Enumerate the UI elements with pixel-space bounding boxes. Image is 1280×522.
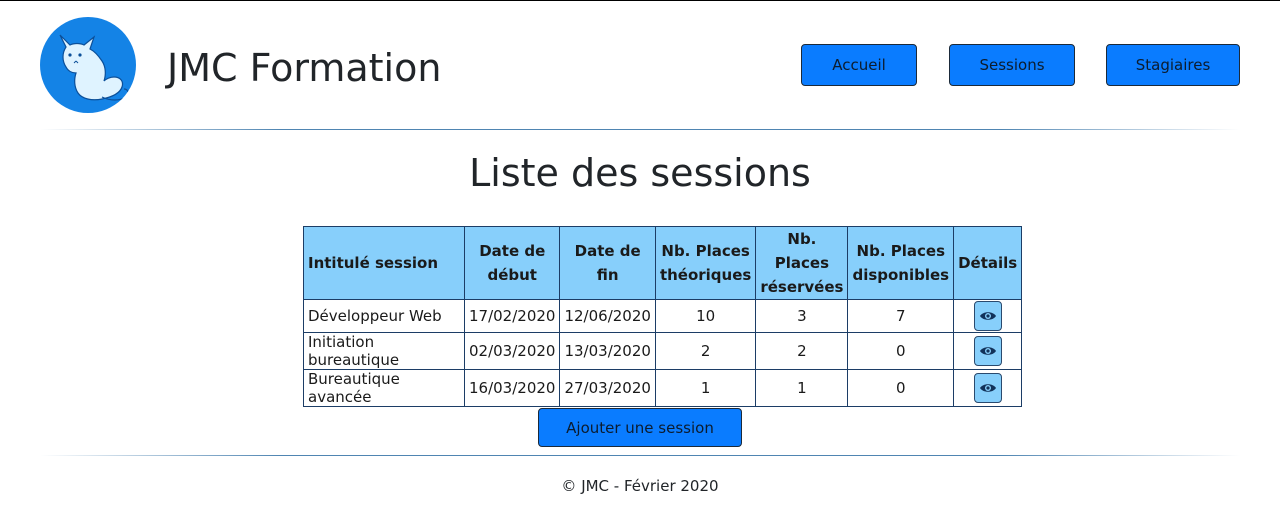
cell-places-reservees: 1 (755, 369, 849, 407)
header-places-disponibles: Nb. Places disponibles (847, 226, 955, 300)
page-title: Liste des sessions (469, 151, 811, 195)
header-divider (40, 129, 1240, 130)
table-row: Bureautique avancée 16/03/2020 27/03/202… (303, 369, 1023, 407)
table-row: Développeur Web 17/02/2020 12/06/2020 10… (303, 299, 1023, 333)
header-res-line1: Nb. Places (774, 230, 830, 272)
header-date-debut-line2: début (487, 266, 537, 284)
eye-icon (979, 347, 996, 355)
header-theo-line1: Nb. Places (661, 242, 750, 260)
cell-places-disponibles: 0 (847, 369, 955, 407)
details-button[interactable] (973, 301, 1002, 331)
details-button[interactable] (973, 373, 1002, 403)
cell-details (953, 369, 1023, 407)
header-theo-line2: théoriques (659, 266, 752, 284)
table-row: Initiation bureautique 02/03/2020 13/03/… (303, 332, 1023, 370)
footer-copyright: © JMC - Février 2020 (561, 477, 719, 495)
cell-places-disponibles: 0 (847, 332, 955, 370)
header-date-debut: Date de début (463, 226, 561, 300)
brand-title: JMC Formation (167, 46, 442, 90)
add-session-button[interactable]: Ajouter une session (538, 408, 742, 447)
footer-divider (40, 455, 1240, 456)
header-date-fin: Date de fin (559, 226, 656, 300)
header-places-reservees: Nb. Places réservées (755, 226, 849, 300)
header-details-label: Détails (958, 254, 1018, 272)
header-dispo-line2: disponibles (852, 266, 950, 284)
header-dispo-line1: Nb. Places (856, 242, 946, 260)
header-res-line2: réservées (760, 278, 844, 296)
cell-places-disponibles: 7 (847, 299, 955, 333)
header-details: Détails (953, 226, 1023, 300)
cell-details (953, 332, 1023, 370)
cell-places-theoriques: 2 (654, 332, 757, 370)
header-places-theoriques: Nb. Places théoriques (654, 226, 757, 300)
nav-accueil-button[interactable]: Accueil (801, 44, 917, 86)
header-date-fin-line1: Date de (574, 242, 641, 260)
window-top-border (0, 0, 1280, 1)
nav-stagiaires-button[interactable]: Stagiaires (1106, 44, 1240, 86)
header-date-debut-line1: Date de (479, 242, 546, 260)
cell-intitule: Développeur Web (303, 299, 465, 333)
cat-logo-icon[interactable] (40, 17, 136, 113)
cell-date-debut: 02/03/2020 (463, 332, 561, 370)
eye-icon (979, 312, 996, 320)
header-date-fin-line2: fin (596, 266, 619, 284)
cell-details (953, 299, 1023, 333)
sessions-table: Intitulé session Date de début Date de fin… (303, 226, 1023, 407)
table-header-row: Intitulé session Date de début Date de fin… (303, 226, 1023, 300)
cell-places-theoriques: 1 (654, 369, 757, 407)
cell-date-fin: 27/03/2020 (559, 369, 656, 407)
header-intitule-label: Intitulé session (308, 254, 439, 272)
cell-date-debut: 17/02/2020 (463, 299, 561, 333)
header-intitule: Intitulé session (303, 226, 465, 300)
eye-icon (979, 384, 996, 392)
cell-date-fin: 12/06/2020 (559, 299, 656, 333)
cell-places-reservees: 3 (755, 299, 849, 333)
cat-icon (59, 34, 129, 101)
cell-places-reservees: 2 (755, 332, 849, 370)
cell-date-fin: 13/03/2020 (559, 332, 656, 370)
cell-intitule: Bureautique avancée (303, 369, 465, 407)
cell-places-theoriques: 10 (654, 299, 757, 333)
cell-intitule: Initiation bureautique (303, 332, 465, 370)
cell-date-debut: 16/03/2020 (463, 369, 561, 407)
details-button[interactable] (973, 336, 1002, 366)
nav-sessions-button[interactable]: Sessions (949, 44, 1075, 86)
